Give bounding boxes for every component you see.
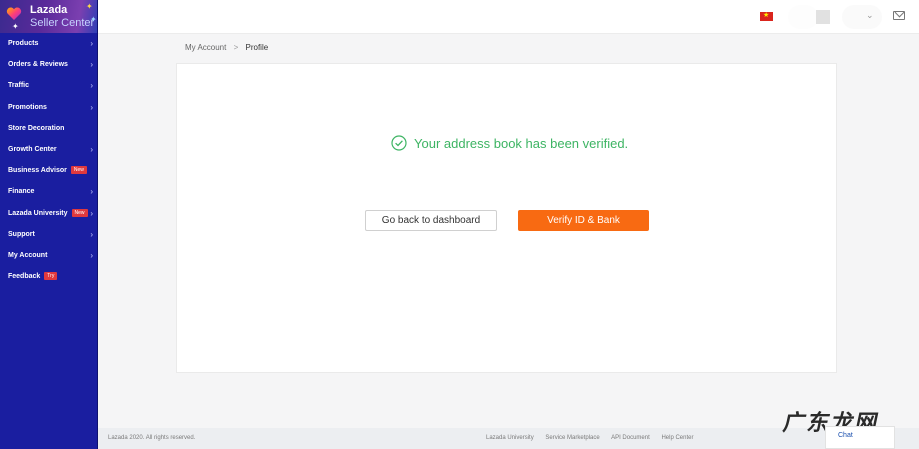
chevron-right-icon: › bbox=[90, 102, 93, 112]
sparkle-icon: ✦ bbox=[90, 15, 97, 24]
sidebar-item-growth-center[interactable]: Growth Center › bbox=[0, 139, 97, 160]
brand-name: Lazada bbox=[30, 4, 68, 16]
footer-link-lazada-university[interactable]: Lazada University bbox=[486, 435, 534, 441]
footer-links: Lazada University Service Marketplace AP… bbox=[486, 435, 703, 441]
chevron-right-icon: › bbox=[90, 187, 93, 197]
sidebar-item-label: Traffic bbox=[8, 82, 30, 90]
footer-link-help-center[interactable]: Help Center bbox=[661, 435, 693, 441]
sidebar-item-label: Support bbox=[8, 230, 35, 238]
sidebar-item-label: Business Advisor bbox=[8, 167, 67, 175]
footer-link-api-document[interactable]: API Document bbox=[611, 435, 650, 441]
main-card: Your address book has been verified. Go … bbox=[176, 63, 837, 373]
back-to-dashboard-button[interactable]: Go back to dashboard bbox=[365, 210, 497, 231]
sidebar-item-label: Growth Center bbox=[8, 145, 57, 153]
copyright: Lazada 2020. All rights reserved. bbox=[108, 435, 196, 441]
sidebar-item-traffic[interactable]: Traffic › bbox=[0, 75, 97, 96]
sidebar-item-store-decoration[interactable]: Store Decoration bbox=[0, 118, 97, 139]
sidebar-item-feedback[interactable]: Feedback Try bbox=[0, 266, 97, 287]
sidebar-item-label: Products bbox=[8, 40, 39, 47]
sidebar-item-label: Promotions bbox=[8, 103, 47, 111]
sidebar-item-finance[interactable]: Finance › bbox=[0, 181, 97, 202]
sidebar: Lazada Seller Center ✦ ✦ ✦ Products › Orde… bbox=[0, 0, 98, 449]
breadcrumb-profile: Profile bbox=[245, 43, 269, 52]
chevron-right-icon: › bbox=[90, 60, 93, 70]
sidebar-item-label: My Account bbox=[8, 251, 48, 259]
sidebar-item-products[interactable]: Products › bbox=[0, 33, 97, 54]
avatar[interactable] bbox=[816, 10, 830, 24]
chevron-down-icon[interactable]: ⌄ bbox=[866, 10, 874, 21]
sidebar-item-label: Store Decoration bbox=[8, 124, 65, 132]
lazada-heart-icon bbox=[6, 7, 22, 20]
chevron-right-icon: › bbox=[90, 250, 93, 260]
sidebar-item-support[interactable]: Support › bbox=[0, 224, 97, 245]
sparkle-icon: ✦ bbox=[86, 2, 93, 11]
breadcrumb: My Account > Profile bbox=[185, 43, 268, 52]
footer-link-service-marketplace[interactable]: Service Marketplace bbox=[545, 435, 599, 441]
sidebar-nav: Products › Orders & Reviews › Traffic › Promot… bbox=[0, 33, 97, 287]
mail-icon[interactable] bbox=[893, 11, 905, 20]
chat-label: Chat bbox=[838, 432, 853, 439]
sidebar-badge: Try bbox=[44, 272, 58, 281]
sidebar-item-label: Finance bbox=[8, 188, 35, 196]
sidebar-item-orders-reviews[interactable]: Orders & Reviews › bbox=[0, 54, 97, 75]
breadcrumb-my-account[interactable]: My Account bbox=[185, 43, 226, 52]
sidebar-item-label: Lazada University bbox=[8, 209, 68, 217]
brand-subtitle: Seller Center bbox=[30, 17, 95, 29]
header-pill bbox=[788, 5, 818, 29]
sidebar-item-lazada-university[interactable]: Lazada University New › bbox=[0, 203, 97, 224]
chat-button[interactable]: Chat bbox=[825, 426, 895, 449]
chevron-right-icon: › bbox=[90, 81, 93, 91]
status-message: Your address book has been verified. bbox=[414, 135, 629, 151]
sidebar-item-label: Feedback bbox=[8, 273, 41, 281]
sidebar-item-promotions[interactable]: Promotions › bbox=[0, 97, 97, 118]
chevron-right-icon: › bbox=[90, 229, 93, 239]
sidebar-item-business-advisor[interactable]: Business Advisor New bbox=[0, 160, 97, 181]
chevron-right-icon: › bbox=[90, 39, 93, 48]
account-menu[interactable] bbox=[842, 5, 882, 29]
sidebar-badge: New bbox=[71, 208, 88, 217]
top-header: ★ ⌄ bbox=[98, 0, 919, 34]
breadcrumb-separator: > bbox=[233, 43, 239, 52]
sparkle-icon: ✦ bbox=[12, 22, 19, 31]
brand-logo[interactable]: Lazada Seller Center ✦ ✦ ✦ bbox=[0, 0, 97, 33]
chevron-right-icon: › bbox=[90, 208, 93, 218]
chevron-right-icon: › bbox=[90, 144, 93, 154]
verification-status: Your address book has been verified. bbox=[391, 135, 628, 151]
check-circle-icon bbox=[391, 135, 407, 151]
sidebar-item-my-account[interactable]: My Account › bbox=[0, 245, 97, 266]
vietnam-flag-icon[interactable]: ★ bbox=[760, 12, 773, 21]
sidebar-badge: New bbox=[70, 166, 87, 175]
sidebar-item-label: Orders & Reviews bbox=[8, 61, 68, 69]
verify-id-bank-button[interactable]: Verify ID & Bank bbox=[518, 210, 649, 231]
